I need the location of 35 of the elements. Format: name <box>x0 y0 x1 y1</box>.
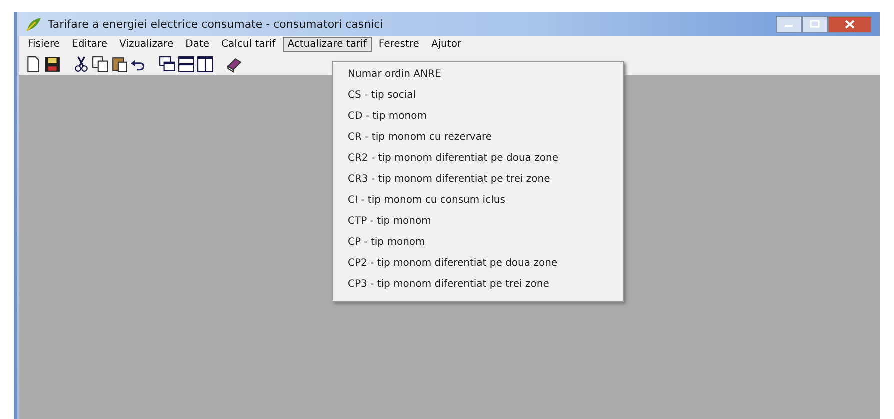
dropdown-item[interactable]: CP3 - tip monom diferentiat pe trei zone <box>333 276 623 297</box>
dropdown-item[interactable]: CD - tip monom <box>333 108 623 129</box>
book-icon[interactable] <box>226 56 243 72</box>
minimize-button[interactable] <box>776 16 802 32</box>
dropdown-item[interactable]: CR2 - tip monom diferentiat pe doua zone <box>333 150 623 171</box>
leaf-icon <box>25 16 42 32</box>
cascade-windows-icon[interactable] <box>159 56 176 72</box>
close-icon <box>845 20 855 28</box>
dropdown-item[interactable]: CTP - tip monom <box>333 213 623 234</box>
dropdown-item[interactable]: Numar ordin ANRE <box>333 66 623 87</box>
menu-item[interactable]: Date <box>180 37 215 52</box>
menu-item[interactable]: Vizualizare <box>114 37 179 52</box>
maximize-button[interactable] <box>802 16 828 32</box>
menu-item[interactable]: Calcul tarif <box>216 37 281 52</box>
tile-horizontal-icon[interactable] <box>178 56 195 72</box>
save-icon[interactable] <box>44 56 61 72</box>
copy-icon[interactable] <box>92 56 109 72</box>
window-title: Tarifare a energiei electrice consumate - consumatori casnici <box>48 18 384 30</box>
menu-item[interactable]: Ajutor <box>426 37 467 52</box>
dropdown-item[interactable]: CR - tip monom cu rezervare <box>333 129 623 150</box>
menu-item[interactable]: Editare <box>67 37 113 52</box>
menu-item[interactable]: Fisiere <box>23 37 65 52</box>
menu-item[interactable]: Actualizare tarif <box>282 37 372 52</box>
dropdown-item[interactable]: CR3 - tip monom diferentiat pe trei zone <box>333 171 623 192</box>
maximize-icon <box>810 20 820 28</box>
tile-vertical-icon[interactable] <box>197 56 214 72</box>
close-button[interactable] <box>828 16 872 32</box>
menu-item[interactable]: Ferestre <box>374 37 424 52</box>
dropdown-item[interactable]: CP2 - tip monom diferentiat pe doua zone <box>333 255 623 276</box>
paste-icon[interactable] <box>111 56 128 72</box>
new-file-icon[interactable] <box>25 56 42 72</box>
cut-icon[interactable] <box>73 56 90 72</box>
dropdown-item[interactable]: CP - tip monom <box>333 234 623 255</box>
dropdown-item[interactable]: CS - tip social <box>333 87 623 108</box>
dropdown-item[interactable]: CI - tip monom cu consum iclus <box>333 192 623 213</box>
